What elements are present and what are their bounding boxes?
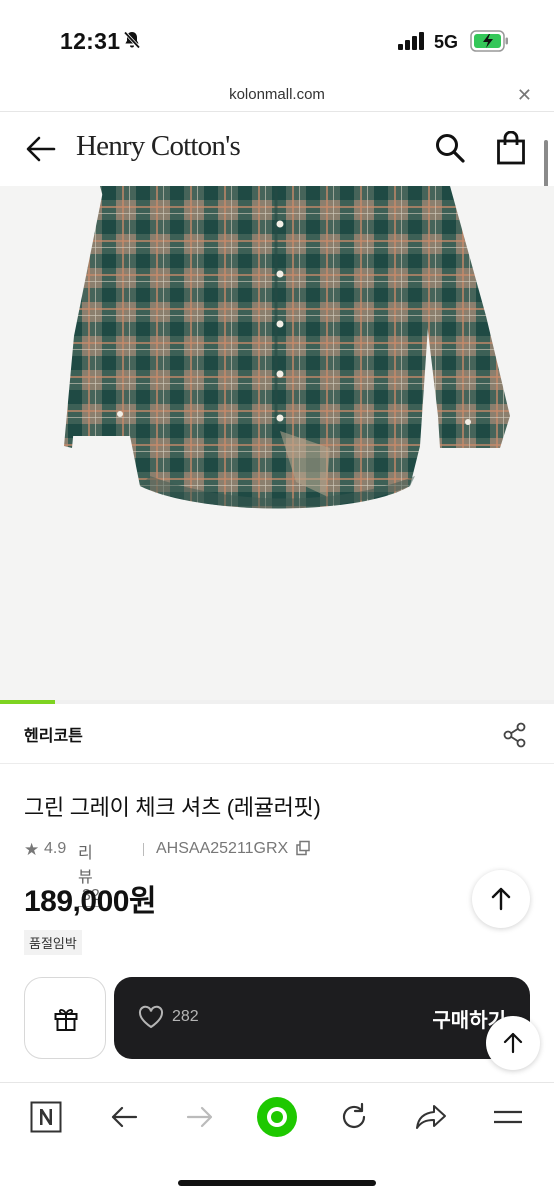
product-title: 그린 그레이 체크 셔츠 (레귤러핏)	[24, 795, 321, 820]
share-icon[interactable]	[502, 722, 528, 753]
gift-icon	[54, 1009, 78, 1031]
url-bar[interactable]: kolonmall.com ✕	[0, 80, 554, 112]
star-icon: ★	[24, 840, 40, 859]
battery-icon	[470, 30, 510, 57]
shopping-bag-icon[interactable]	[496, 130, 526, 170]
forward-icon[interactable]	[184, 1101, 216, 1138]
shirt-illustration	[64, 186, 510, 509]
network-type: 5G	[434, 32, 459, 52]
signal-icon	[398, 32, 426, 55]
scroll-up-button[interactable]	[472, 870, 530, 928]
heart-icon[interactable]	[138, 1005, 164, 1034]
search-icon[interactable]	[434, 132, 466, 169]
product-code: AHSAA25211GRX	[156, 840, 289, 857]
share-arrow-icon[interactable]	[414, 1101, 448, 1138]
close-icon[interactable]: ✕	[517, 85, 532, 106]
back-arrow-icon[interactable]	[24, 132, 58, 171]
site-header: Henry Cotton's	[0, 112, 554, 186]
gift-button[interactable]	[24, 977, 106, 1059]
rating-value: 4.9	[44, 840, 67, 857]
naver-icon[interactable]	[30, 1101, 62, 1138]
back-icon[interactable]	[108, 1101, 140, 1138]
product-price: 189,000원	[24, 885, 157, 918]
copy-icon[interactable]	[295, 840, 311, 861]
status-bar: 12:31 5G	[0, 0, 554, 80]
stock-badge: 품절임박	[24, 930, 82, 955]
reload-icon[interactable]	[338, 1101, 370, 1138]
brand-logo[interactable]: Henry Cotton's	[76, 130, 241, 163]
brand-name[interactable]: 헨리코튼	[24, 722, 83, 746]
status-time: 12:31	[60, 28, 121, 54]
bell-muted-icon	[122, 30, 142, 55]
product-image[interactable]	[0, 186, 554, 704]
arrow-up-icon	[491, 887, 511, 911]
menu-icon[interactable]	[492, 1101, 524, 1138]
scroll-to-top-button[interactable]	[486, 1016, 540, 1070]
divider	[143, 843, 144, 856]
arrow-up-icon	[503, 1032, 523, 1054]
url-text[interactable]: kolonmall.com	[0, 86, 554, 103]
green-dot-icon[interactable]	[255, 1095, 299, 1144]
brand-row: 헨리코튼	[0, 704, 554, 764]
home-indicator[interactable]	[178, 1180, 376, 1186]
purchase-bar: 282 구매하기	[114, 977, 530, 1059]
like-count: 282	[172, 1008, 199, 1025]
